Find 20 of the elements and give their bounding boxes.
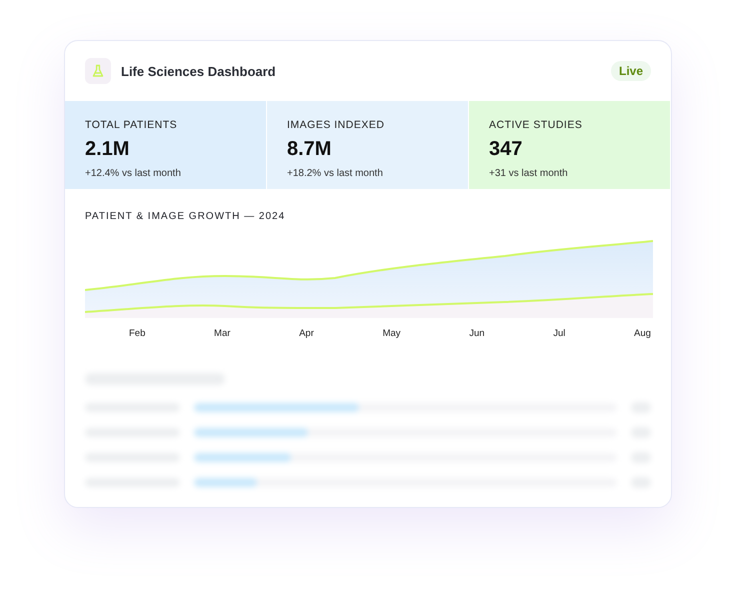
stat-label: IMAGES INDEXED <box>287 119 384 131</box>
stat-change: +12.4% vs last month <box>85 168 181 179</box>
axis-label: Jul <box>553 328 566 339</box>
axis-label: Apr <box>299 328 314 339</box>
axis-label: Mar <box>214 328 230 339</box>
stat-label: ACTIVE STUDIES <box>489 119 582 131</box>
axis-label: Jun <box>469 328 485 339</box>
axis-label: May <box>382 328 401 339</box>
stat-value: 2.1M <box>85 138 130 161</box>
stat-label: TOTAL PATIENTS <box>85 119 178 131</box>
axis-label: Aug <box>634 328 651 339</box>
stat-value: 347 <box>489 138 522 161</box>
stat-change: +31 vs last month <box>489 168 568 179</box>
stat-change: +18.2% vs last month <box>287 168 383 179</box>
stat-value: 8.7M <box>287 138 332 161</box>
chart-title: PATIENT & IMAGE GROWTH — 2024 <box>85 211 286 222</box>
live-badge: Live <box>610 61 651 81</box>
flask-icon <box>85 58 111 84</box>
axis-label: Feb <box>129 328 146 339</box>
dashboard-title: Life Sciences Dashboard <box>121 64 277 78</box>
